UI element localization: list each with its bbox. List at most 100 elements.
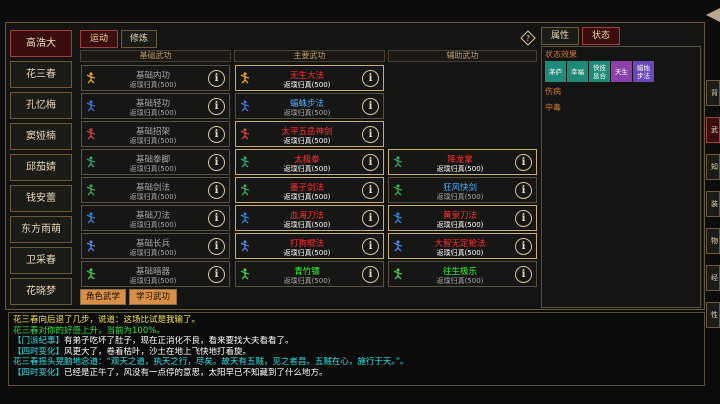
info-icon[interactable]: i: [208, 70, 225, 87]
skill-card-main[interactable]: 青竹镖 返璞归真(500) i: [235, 261, 384, 287]
martial-pose-icon: [240, 128, 250, 140]
character-button[interactable]: 花三春: [10, 61, 72, 88]
status-badge[interactable]: 幸福: [567, 61, 588, 82]
skill-card-basic[interactable]: 基础刀法 返璞归真(500) i: [81, 205, 230, 231]
skill-card-basic[interactable]: 基础拳脚 返璞归真(500) i: [81, 149, 230, 175]
martial-pose-icon: [240, 212, 250, 224]
skill-card-basic[interactable]: 基础轻功 返璞归真(500) i: [81, 93, 230, 119]
skill-card-aux[interactable]: 降龙掌 返璞归真(500) i: [388, 149, 537, 175]
character-button[interactable]: 邱茄婧: [10, 154, 72, 181]
status-badge[interactable]: 天生: [611, 61, 632, 82]
side-tab[interactable]: 性: [706, 302, 720, 328]
side-tab[interactable]: 物: [706, 228, 720, 254]
info-icon[interactable]: i: [208, 182, 225, 199]
character-button[interactable]: 钱安蕾: [10, 185, 72, 212]
skill-card-basic[interactable]: 基础暗器 返璞归真(500) i: [81, 261, 230, 287]
scroll-right-arrow[interactable]: [706, 8, 720, 22]
martial-pose-icon: [86, 100, 96, 112]
skill-card-basic[interactable]: 基础招架 返璞归真(500) i: [81, 121, 230, 147]
skill-card-main[interactable]: 太平五岳神剑 返璞归真(500) i: [235, 121, 384, 147]
character-button[interactable]: 高浩大: [10, 30, 72, 57]
martial-pose-icon: [86, 72, 96, 84]
tab-xiulian[interactable]: 修炼: [121, 30, 157, 48]
log-text: 花三春向后退了几步，说道：这场比试是我输了。: [13, 315, 201, 325]
tab-attributes[interactable]: 属性: [541, 27, 579, 45]
skill-card-main[interactable]: 墨子剑法 返璞归真(500) i: [235, 177, 384, 203]
skill-card-basic[interactable]: 基础剑法 返璞归真(500) i: [81, 177, 230, 203]
role-martial-button[interactable]: 角色武学: [80, 289, 126, 305]
status-badge[interactable]: 蜡烛 步法: [633, 61, 654, 82]
skill-card-main[interactable]: 打狗棍法 返璞归真(500) i: [235, 233, 384, 259]
character-button[interactable]: 卫采春: [10, 247, 72, 274]
skill-card-main[interactable]: 血海刀法 返璞归真(500) i: [235, 205, 384, 231]
skill-level: 返璞归真(500): [129, 137, 177, 145]
side-tab[interactable]: 知: [706, 154, 720, 180]
info-icon[interactable]: i: [208, 238, 225, 255]
side-tab[interactable]: 装: [706, 191, 720, 217]
skill-level: 返璞归真(500): [283, 81, 331, 89]
tab-yundong[interactable]: 运动: [80, 30, 118, 48]
character-button[interactable]: 花晓梦: [10, 278, 72, 305]
skill-level: 返璞归真(500): [436, 193, 484, 201]
info-icon[interactable]: i: [515, 182, 532, 199]
info-icon[interactable]: i: [515, 154, 532, 171]
info-icon[interactable]: i: [208, 154, 225, 171]
skill-card-main[interactable]: 蝠蛛步法 返璞归真(500) i: [235, 93, 384, 119]
skill-level: 返璞归真(500): [283, 221, 331, 229]
side-tab[interactable]: 背: [706, 80, 720, 106]
character-button[interactable]: 东方雨萌: [10, 216, 72, 243]
info-icon[interactable]: i: [362, 70, 379, 87]
skill-card-basic[interactable]: 基础内功 返璞归真(500) i: [81, 65, 230, 91]
status-badge[interactable]: 快技 息合: [589, 61, 610, 82]
tab-status[interactable]: 状态: [582, 27, 620, 45]
skill-level: 返璞归真(500): [129, 109, 177, 117]
log-line: 【门派纪事】有弟子吃坏了肚子，现在正消化不良，看来要找大夫看看了。: [13, 336, 700, 347]
info-icon[interactable]: i: [362, 238, 379, 255]
skill-level: 返璞归真(500): [283, 109, 331, 117]
log-line: 花三春对你的好感上升，当前为100%。: [13, 326, 700, 337]
info-icon[interactable]: i: [362, 126, 379, 143]
status-badge[interactable]: 茅庐: [545, 61, 566, 82]
info-icon[interactable]: i: [515, 210, 532, 227]
info-icon[interactable]: i: [362, 182, 379, 199]
skill-card-basic[interactable]: 基础长兵 返璞归真(500) i: [81, 233, 230, 259]
skill-level: 返璞归真(500): [129, 221, 177, 229]
skill-level: 返璞归真(500): [436, 165, 484, 173]
character-list: 高浩大 花三春 孔忆梅 窦娅楠 邱茄婧 钱安蕾 东方雨萌 卫采春 花晓梦: [10, 30, 72, 307]
info-icon[interactable]: i: [208, 266, 225, 283]
skill-card-main[interactable]: 太极拳 返璞归真(500) i: [235, 149, 384, 175]
log-text: 已经是正午了，风没有一点停的意思，太阳早已不知藏到了什么地方。: [64, 367, 328, 378]
help-icon[interactable]: ?: [520, 30, 536, 46]
skill-card-aux[interactable]: 往生极乐 返璞归真(500) i: [388, 261, 537, 287]
learn-martial-button[interactable]: 学习武功: [129, 289, 177, 305]
martial-pose-icon: [240, 100, 250, 112]
martial-pose-icon: [86, 240, 96, 252]
info-icon[interactable]: i: [362, 154, 379, 171]
info-icon[interactable]: i: [362, 98, 379, 115]
info-icon[interactable]: i: [515, 238, 532, 255]
log-line: 花三春摇头晃脑地念道：“观天之道，执天之行，尽矣。故天有五贼，见之者昌。五贼在心…: [13, 357, 700, 368]
martial-pose-icon: [86, 268, 96, 280]
log-text: 花三春摇头晃脑地念道：“观天之道，执天之行，尽矣。故天有五贼，见之者昌。五贼在心…: [13, 357, 409, 367]
message-log: 花三春向后退了几步，说道：这场比试是我输了。 花三春对你的好感上升，当前为100%…: [8, 312, 705, 386]
info-icon[interactable]: i: [208, 98, 225, 115]
info-icon[interactable]: i: [515, 266, 532, 283]
side-tab[interactable]: 武: [706, 117, 720, 143]
status-panel: [541, 46, 701, 308]
character-button[interactable]: 孔忆梅: [10, 92, 72, 119]
side-tab[interactable]: 经: [706, 265, 720, 291]
svg-text:?: ?: [526, 34, 530, 43]
character-button[interactable]: 窦娅楠: [10, 123, 72, 150]
martial-pose-icon: [240, 268, 250, 280]
info-icon[interactable]: i: [208, 126, 225, 143]
skill-card-aux[interactable]: 大智无定枪法 返璞归真(500) i: [388, 233, 537, 259]
skill-level: 返璞归真(500): [436, 277, 484, 285]
log-text: 花三春对你的好感上升，当前为100%。: [13, 325, 165, 336]
skill-level: 返璞归真(500): [283, 193, 331, 201]
skill-card-aux[interactable]: 狂风快剑 返璞归真(500) i: [388, 177, 537, 203]
info-icon[interactable]: i: [208, 210, 225, 227]
skill-card-aux[interactable]: 黄泉刀法 返璞归真(500) i: [388, 205, 537, 231]
info-icon[interactable]: i: [362, 266, 379, 283]
skill-card-main[interactable]: 无生大法 返璞归真(500) i: [235, 65, 384, 91]
info-icon[interactable]: i: [362, 210, 379, 227]
